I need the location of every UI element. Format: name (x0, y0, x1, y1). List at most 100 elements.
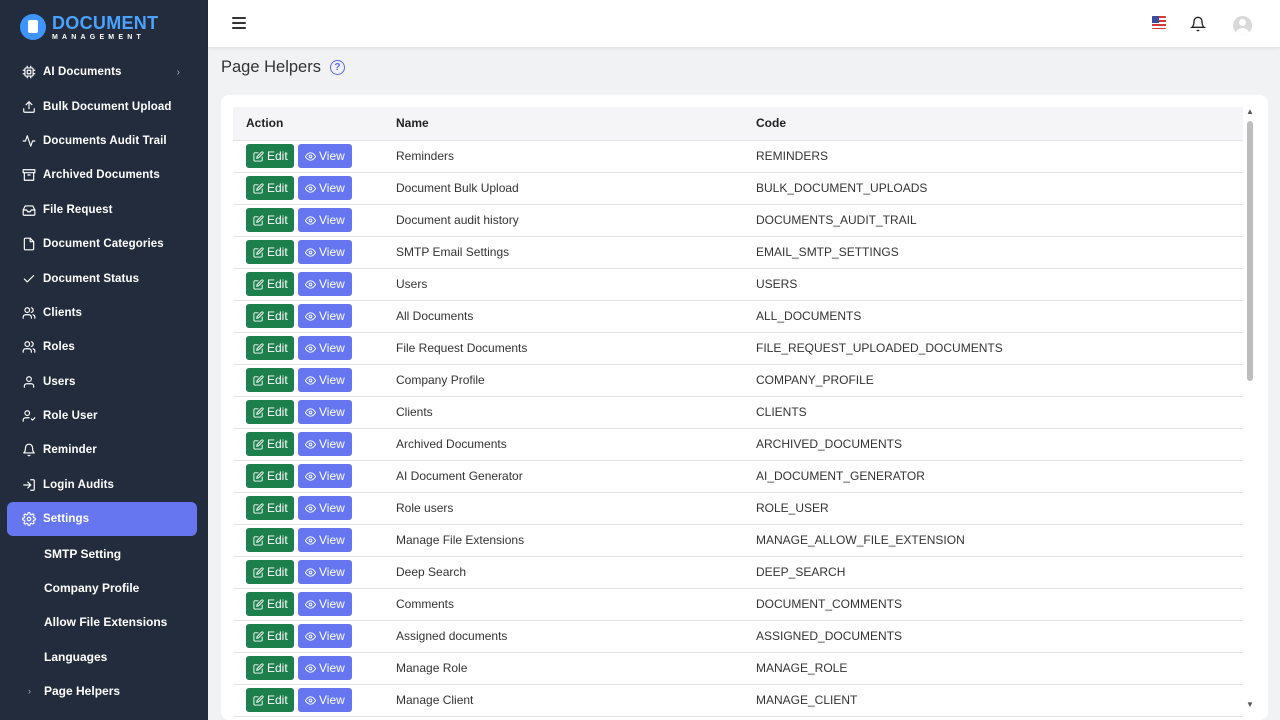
code-cell: DOCUMENT_COMMENTS (756, 588, 1243, 621)
submenu-item-languages[interactable]: Languages (0, 640, 208, 674)
eye-icon (305, 439, 319, 450)
view-button-label: View (319, 309, 345, 323)
view-button[interactable]: View (298, 560, 352, 584)
hamburger-icon[interactable] (232, 17, 246, 29)
code-cell: MANAGE_ALLOW_FILE_EXTENSION (756, 524, 1243, 557)
view-button[interactable]: View (298, 208, 352, 232)
sidebar-item-ai-documents[interactable]: AI Documents › (0, 55, 208, 89)
table-row: Edit View Manage Client MANAGE_CLIENT (233, 684, 1243, 717)
edit-button[interactable]: Edit (246, 272, 294, 296)
scrollbar-thumb[interactable] (1247, 121, 1253, 381)
submenu-item-allow-file-extensions[interactable]: Allow File Extensions (0, 605, 208, 639)
edit-button[interactable]: Edit (246, 656, 294, 680)
code-cell: MANAGE_CLIENT (756, 684, 1243, 717)
sidebar-item-documents-audit-trail[interactable]: Documents Audit Trail (0, 124, 208, 158)
name-cell: Comments (396, 588, 756, 621)
file-icon (22, 237, 36, 251)
us-flag-icon[interactable] (1152, 16, 1166, 29)
eye-icon (305, 407, 319, 418)
edit-button[interactable]: Edit (246, 208, 294, 232)
table-scrollbar[interactable]: ▲ ▼ (1245, 107, 1255, 709)
sidebar-item-document-status[interactable]: Document Status (0, 261, 208, 295)
sidebar-item-login-audits[interactable]: Login Audits (0, 468, 208, 502)
help-icon[interactable]: ? (329, 60, 345, 75)
edit-icon (253, 598, 267, 610)
view-button[interactable]: View (298, 432, 352, 456)
sidebar-item-clients[interactable]: Clients (0, 296, 208, 330)
sidebar-item-label: AI Documents (43, 66, 122, 79)
view-button[interactable]: View (298, 304, 352, 328)
name-cell: Company Profile (396, 364, 756, 397)
submenu-item-page-helpers[interactable]: › Page Helpers (0, 674, 208, 708)
view-button[interactable]: View (298, 656, 352, 680)
sidebar-item-label: Bulk Document Upload (43, 100, 172, 113)
sidebar-item-bulk-document-upload[interactable]: Bulk Document Upload (0, 89, 208, 123)
edit-button-label: Edit (267, 277, 288, 291)
edit-icon (253, 502, 267, 514)
sidebar-item-archived-documents[interactable]: Archived Documents (0, 158, 208, 192)
eye-icon (305, 343, 319, 354)
view-button[interactable]: View (298, 688, 352, 712)
scroll-up-icon[interactable]: ▲ (1246, 107, 1254, 116)
view-button[interactable]: View (298, 464, 352, 488)
view-button[interactable]: View (298, 144, 352, 168)
sidebar-item-settings[interactable]: Settings (7, 502, 197, 537)
edit-button[interactable]: Edit (246, 496, 294, 520)
edit-icon (253, 214, 267, 226)
table-row: Edit View Assigned documents ASSIGNED_DOCUM… (233, 620, 1243, 653)
view-button-label: View (319, 693, 345, 707)
login-icon (22, 478, 36, 492)
bell-icon[interactable] (1189, 15, 1207, 33)
sidebar-item-role-user[interactable]: Role User (0, 399, 208, 433)
app-logo[interactable]: DOCUMENT MANAGEMENT (20, 12, 158, 42)
scroll-down-icon[interactable]: ▼ (1246, 700, 1254, 709)
view-button[interactable]: View (298, 176, 352, 200)
view-button[interactable]: View (298, 240, 352, 264)
edit-button[interactable]: Edit (246, 304, 294, 328)
view-button[interactable]: View (298, 496, 352, 520)
edit-button[interactable]: Edit (246, 464, 294, 488)
column-header-action[interactable]: Action (233, 107, 396, 141)
code-cell: ASSIGNED_DOCUMENTS (756, 620, 1243, 653)
edit-button[interactable]: Edit (246, 624, 294, 648)
sidebar-item-roles[interactable]: Roles (0, 330, 208, 364)
sidebar-item-reminder[interactable]: Reminder (0, 433, 208, 467)
column-header-code[interactable]: Code (756, 107, 1243, 141)
action-cell: Edit View (233, 300, 396, 333)
view-button[interactable]: View (298, 336, 352, 360)
edit-button[interactable]: Edit (246, 400, 294, 424)
avatar-icon[interactable] (1233, 16, 1252, 35)
column-header-name[interactable]: Name (396, 107, 756, 141)
submenu-item-smtp-setting[interactable]: SMTP Setting (0, 536, 208, 570)
view-button[interactable]: View (298, 272, 352, 296)
sidebar-item-document-categories[interactable]: Document Categories (0, 227, 208, 261)
name-cell: Clients (396, 396, 756, 429)
edit-button-label: Edit (267, 565, 288, 579)
view-button[interactable]: View (298, 592, 352, 616)
sidebar-item-label: Document Categories (43, 238, 164, 251)
view-button[interactable]: View (298, 528, 352, 552)
edit-button-label: Edit (267, 405, 288, 419)
edit-icon (253, 630, 267, 642)
view-button[interactable]: View (298, 400, 352, 424)
edit-button[interactable]: Edit (246, 336, 294, 360)
edit-button[interactable]: Edit (246, 144, 294, 168)
edit-button[interactable]: Edit (246, 176, 294, 200)
table-header-row: Action Name Code (233, 107, 1243, 141)
edit-button-label: Edit (267, 213, 288, 227)
edit-button[interactable]: Edit (246, 528, 294, 552)
view-button[interactable]: View (298, 368, 352, 392)
edit-button[interactable]: Edit (246, 368, 294, 392)
edit-button[interactable]: Edit (246, 240, 294, 264)
name-cell: Document audit history (396, 204, 756, 237)
submenu-item-company-profile[interactable]: Company Profile (0, 571, 208, 605)
edit-icon (253, 342, 267, 354)
sidebar-item-users[interactable]: Users (0, 365, 208, 399)
edit-button[interactable]: Edit (246, 592, 294, 616)
sidebar-item-file-request[interactable]: File Request (0, 193, 208, 227)
view-button-label: View (319, 405, 345, 419)
edit-button[interactable]: Edit (246, 560, 294, 584)
view-button[interactable]: View (298, 624, 352, 648)
edit-button[interactable]: Edit (246, 688, 294, 712)
edit-button[interactable]: Edit (246, 432, 294, 456)
